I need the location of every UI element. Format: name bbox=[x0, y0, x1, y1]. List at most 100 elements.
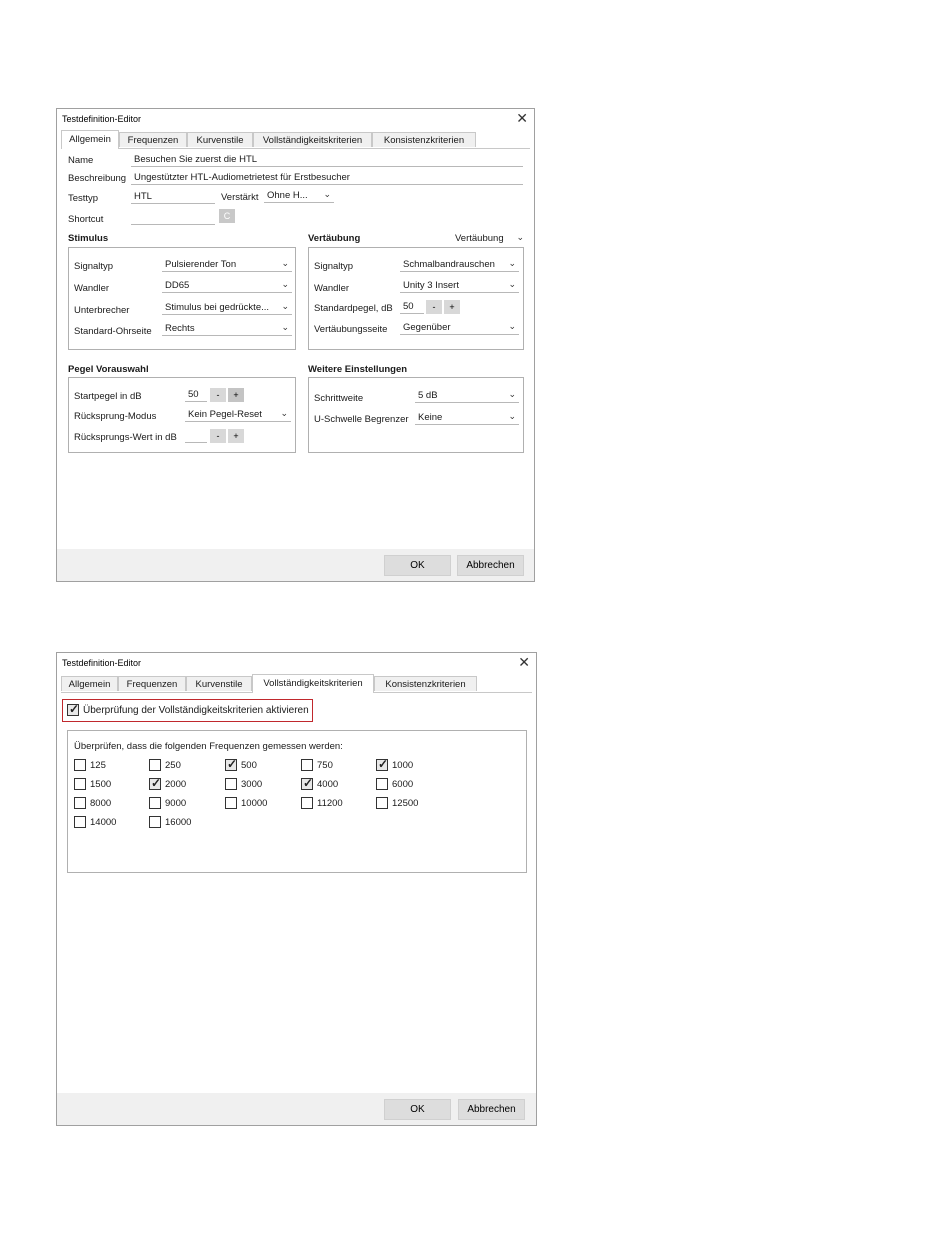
beschreibung-label: Beschreibung bbox=[68, 173, 127, 184]
frequency-2000-label: 2000 bbox=[165, 779, 187, 790]
startpegel-value: 50 bbox=[188, 389, 199, 400]
testdefinition-editor-dialog-allgemein: Testdefinition-Editor ✕ Allgemein Freque… bbox=[56, 108, 535, 582]
frequency-4000-checkbox[interactable] bbox=[301, 776, 313, 790]
shortcut-label: Shortcut bbox=[68, 214, 104, 225]
frequency-125-checkbox[interactable] bbox=[74, 759, 86, 771]
vert-signaltyp-select[interactable]: Schmalbandrauschen ⌄ bbox=[400, 258, 519, 272]
tab-konsistenzkriterien[interactable]: Konsistenzkriterien bbox=[372, 132, 476, 147]
frequency-6000-checkbox[interactable] bbox=[376, 778, 388, 790]
tab-frequenzen[interactable]: Frequenzen bbox=[119, 132, 187, 147]
shortcut-clear-button[interactable]: C bbox=[219, 209, 235, 223]
vert-wandler-select[interactable]: Unity 3 Insert ⌄ bbox=[400, 279, 519, 293]
ohrseite-select[interactable]: Rechts ⌄ bbox=[162, 322, 292, 336]
testtyp-input[interactable]: HTL bbox=[131, 190, 215, 204]
unterbrecher-select[interactable]: Stimulus bei gedrückte... ⌄ bbox=[162, 301, 292, 315]
frequency-250-label: 250 bbox=[165, 760, 181, 771]
vertaeubungsseite-select[interactable]: Gegenüber ⌄ bbox=[400, 321, 519, 335]
frequency-500-checkbox[interactable] bbox=[225, 757, 237, 771]
standardpegel-label: Standardpegel, dB bbox=[314, 303, 393, 314]
verstaerkt-value: Ohne H... bbox=[267, 190, 308, 201]
frequency-10000-checkbox[interactable] bbox=[225, 797, 237, 809]
frequency-250-checkbox[interactable] bbox=[149, 759, 161, 771]
chevron-down-icon: ⌄ bbox=[508, 279, 516, 289]
verstaerkt-select[interactable]: Ohne H... ⌄ bbox=[264, 189, 334, 203]
name-label: Name bbox=[68, 155, 94, 166]
standardpegel-plus-button[interactable]: + bbox=[444, 300, 460, 314]
ruecksprungs-wert-plus-button[interactable]: + bbox=[228, 429, 244, 443]
weitere-einstellungen-group: Schrittweite 5 dB ⌄ U-Schwelle Begrenzer … bbox=[308, 377, 524, 453]
beschreibung-input[interactable]: Ungestützter HTL-Audiometrietest für Ers… bbox=[131, 171, 523, 185]
ruecksprungs-wert-minus-button[interactable]: - bbox=[210, 429, 226, 443]
tab-bar: Allgemein Frequenzen Kurvenstile Vollstä… bbox=[61, 130, 530, 149]
ok-button[interactable]: OK bbox=[384, 1099, 451, 1120]
chevron-down-icon: ⌄ bbox=[281, 279, 289, 289]
frequency-group: Überprüfen, dass die folgenden Frequenze… bbox=[67, 730, 527, 873]
stimulus-wandler-select[interactable]: DD65 ⌄ bbox=[162, 279, 292, 293]
tab-allgemein[interactable]: Allgemein bbox=[61, 130, 119, 149]
close-icon[interactable]: ✕ bbox=[516, 110, 528, 127]
u-schwelle-select[interactable]: Keine ⌄ bbox=[415, 411, 519, 425]
frequency-14000-checkbox[interactable] bbox=[74, 816, 86, 828]
frequency-750-checkbox[interactable] bbox=[301, 759, 313, 771]
tab-vollstaendigkeitskriterien[interactable]: Vollständigkeitskriterien bbox=[253, 132, 372, 147]
startpegel-plus-button[interactable]: + bbox=[228, 388, 244, 402]
dialog-title: Testdefinition-Editor bbox=[62, 114, 142, 124]
ohrseite-label: Standard-Ohrseite bbox=[74, 326, 152, 337]
shortcut-input[interactable] bbox=[131, 211, 215, 225]
stimulus-signaltyp-select[interactable]: Pulsierender Ton ⌄ bbox=[162, 258, 292, 272]
frequency-16000-checkbox[interactable] bbox=[149, 816, 161, 828]
tab-konsistenzkriterien[interactable]: Konsistenzkriterien bbox=[374, 676, 477, 691]
tab-kurvenstile[interactable]: Kurvenstile bbox=[187, 132, 253, 147]
chevron-down-icon: ⌄ bbox=[281, 322, 289, 332]
frequency-8000-checkbox[interactable] bbox=[74, 797, 86, 809]
ruecksprung-modus-select[interactable]: Kein Pegel-Reset ⌄ bbox=[185, 408, 291, 422]
unterbrecher-value: Stimulus bei gedrückte... bbox=[165, 302, 270, 313]
frequency-11200-checkbox[interactable] bbox=[301, 797, 313, 809]
weitere-einstellungen-header: Weitere Einstellungen bbox=[308, 364, 408, 375]
tab-frequenzen[interactable]: Frequenzen bbox=[118, 676, 186, 691]
frequency-12500-checkbox[interactable] bbox=[376, 797, 388, 809]
frequency-1500-checkbox[interactable] bbox=[74, 778, 86, 790]
chevron-down-icon: ⌄ bbox=[281, 258, 289, 268]
frequency-750-label: 750 bbox=[317, 760, 333, 771]
close-icon[interactable]: ✕ bbox=[518, 654, 530, 671]
tab-kurvenstile[interactable]: Kurvenstile bbox=[186, 676, 252, 691]
vertaeubung-mode-select[interactable]: Vertäubung ⌄ bbox=[455, 231, 525, 244]
cancel-button[interactable]: Abbrechen bbox=[458, 1099, 525, 1120]
frequency-16000-label: 16000 bbox=[165, 817, 192, 828]
chevron-down-icon: ⌄ bbox=[508, 389, 516, 399]
tab-vollstaendigkeitskriterien[interactable]: Vollständigkeitskriterien bbox=[252, 674, 374, 693]
name-input[interactable]: Besuchen Sie zuerst die HTL bbox=[131, 153, 523, 167]
ok-button[interactable]: OK bbox=[384, 555, 451, 576]
vertaeubung-header: Vertäubung bbox=[308, 233, 361, 244]
schrittweite-select[interactable]: 5 dB ⌄ bbox=[415, 389, 519, 403]
stimulus-wandler-label: Wandler bbox=[74, 283, 110, 294]
pegel-vorauswahl-header: Pegel Vorauswahl bbox=[68, 364, 149, 375]
frequency-9000-checkbox[interactable] bbox=[149, 797, 161, 809]
schrittweite-label: Schrittweite bbox=[314, 393, 364, 404]
frequency-3000-checkbox[interactable] bbox=[225, 778, 237, 790]
testtyp-label: Testtyp bbox=[68, 193, 99, 204]
frequency-9000-label: 9000 bbox=[165, 798, 187, 809]
startpegel-input[interactable]: 50 bbox=[185, 388, 207, 402]
stimulus-header: Stimulus bbox=[68, 233, 109, 244]
tab-allgemein[interactable]: Allgemein bbox=[61, 676, 118, 691]
frequency-8000-label: 8000 bbox=[90, 798, 112, 809]
cancel-button[interactable]: Abbrechen bbox=[457, 555, 524, 576]
enable-check-checkbox[interactable] bbox=[67, 702, 79, 716]
standardpegel-input[interactable]: 50 bbox=[400, 300, 424, 314]
ruecksprung-modus-label: Rücksprung-Modus bbox=[74, 411, 157, 422]
testtyp-value: HTL bbox=[134, 191, 152, 202]
frequency-12500-label: 12500 bbox=[392, 798, 419, 809]
frequency-125-label: 125 bbox=[90, 760, 106, 771]
vert-signaltyp-label: Signaltyp bbox=[314, 261, 354, 272]
startpegel-minus-button[interactable]: - bbox=[210, 388, 226, 402]
chevron-down-icon: ⌄ bbox=[508, 411, 516, 421]
frequency-10000-label: 10000 bbox=[241, 798, 268, 809]
ruecksprungs-wert-input[interactable] bbox=[185, 429, 207, 443]
frequency-1000-checkbox[interactable] bbox=[376, 757, 388, 771]
standardpegel-minus-button[interactable]: - bbox=[426, 300, 442, 314]
frequency-2000-checkbox[interactable] bbox=[149, 776, 161, 790]
frequency-1000-label: 1000 bbox=[392, 760, 414, 771]
frequency-intro: Überprüfen, dass die folgenden Frequenze… bbox=[74, 741, 343, 752]
